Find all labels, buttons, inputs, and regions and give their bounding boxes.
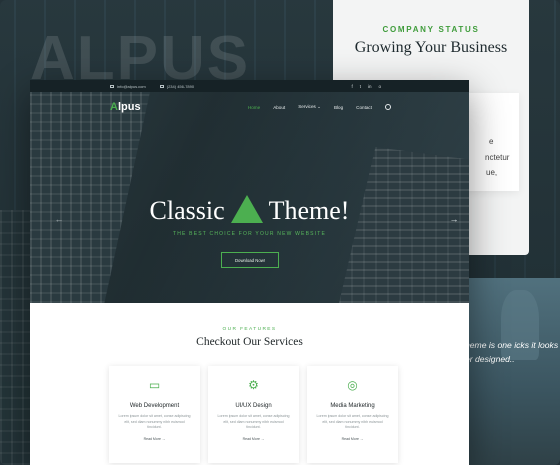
contact-info: info@alpus.com (234) 456-7890 [110, 84, 194, 89]
read-more-link[interactable]: Read More → [109, 437, 200, 441]
email-item[interactable]: info@alpus.com [110, 84, 146, 89]
status-heading: Growing Your Business [354, 39, 508, 56]
download-button[interactable]: Download Now! [221, 252, 279, 268]
status-kicker: COMPANY STATUS [382, 25, 480, 34]
features-kicker: OUR FEATURES [222, 327, 277, 332]
service-card[interactable]: ▭ Web Development Lorem ipsum dolor sit … [109, 366, 200, 463]
monitor-icon: ▭ [148, 378, 161, 392]
theme-preview: info@alpus.com (234) 456-7890 f t in o A… [30, 80, 469, 465]
status-fragment: nctetur [485, 153, 510, 162]
showcase-background: ALPUS COMPANY STATUS Growing Your Busine… [0, 0, 560, 465]
nav-menu: Home About Services ⌄ Blog Contact [248, 104, 391, 110]
envelope-icon [110, 84, 114, 88]
photo-strip-text: heme is one icks it looks er designed.. [465, 340, 559, 364]
logo-text: lpus [117, 101, 141, 113]
service-name: UI/UX Design [235, 403, 272, 409]
features-section: OUR FEATURES Checkout Our Services ▭ Web… [30, 303, 469, 463]
features-title: Checkout Our Services [196, 336, 303, 348]
service-description: Lorem ipsum dolor sit amet, conse adipis… [316, 414, 389, 430]
hero-headline: Classic Theme! [30, 195, 469, 226]
logo-mark: A [110, 101, 118, 113]
social-links: f t in o [351, 84, 381, 89]
top-bar: info@alpus.com (234) 456-7890 f t in o [30, 80, 469, 92]
service-cards: ▭ Web Development Lorem ipsum dolor sit … [109, 366, 398, 463]
logo-triangle-icon [230, 195, 263, 223]
nav-item-about[interactable]: About [273, 105, 285, 110]
headline-right: Theme! [268, 196, 350, 225]
target-icon: ◎ [347, 378, 358, 392]
slider-prev-icon[interactable]: ← [52, 215, 66, 224]
service-name: Media Marketing [330, 403, 375, 409]
service-description: Lorem ipsum dolor sit amet, conse adipis… [118, 414, 191, 430]
email-text: info@alpus.com [117, 83, 146, 89]
phone-item[interactable]: (234) 456-7890 [159, 83, 195, 89]
site-logo[interactable]: Alpus [110, 101, 141, 113]
nav-item-home[interactable]: Home [248, 105, 260, 110]
hero-tagline: THE BEST CHOICE FOR YOUR NEW WEBSITE [172, 231, 327, 237]
search-icon[interactable] [385, 104, 391, 110]
service-card[interactable]: ⚙ UI/UX Design Lorem ipsum dolor sit ame… [208, 366, 299, 463]
phone-icon [159, 84, 164, 88]
nav-item-blog[interactable]: Blog [334, 105, 343, 110]
read-more-link[interactable]: Read More → [307, 437, 398, 441]
main-nav: Alpus Home About Services ⌄ Blog Contact [30, 92, 469, 122]
hero-section: Alpus Home About Services ⌄ Blog Contact… [30, 92, 469, 303]
twitter-icon[interactable]: t [360, 84, 361, 89]
slider-next-icon[interactable]: → [447, 215, 461, 224]
facebook-icon[interactable]: f [351, 84, 352, 89]
nav-item-contact[interactable]: Contact [356, 105, 372, 110]
gear-icon: ⚙ [248, 378, 259, 392]
service-description: Lorem ipsum dolor sit amet, conse adipis… [217, 414, 290, 430]
headline-left: Classic [149, 196, 225, 225]
instagram-icon[interactable]: o [378, 84, 381, 89]
status-fragment: e [489, 137, 494, 146]
phone-text: (234) 456-7890 [166, 83, 195, 89]
service-name: Web Development [129, 403, 180, 409]
service-card[interactable]: ◎ Media Marketing Lorem ipsum dolor sit … [307, 366, 398, 463]
status-fragment: ue, [486, 168, 498, 177]
read-more-link[interactable]: Read More → [208, 437, 299, 441]
linkedin-icon[interactable]: in [368, 84, 372, 89]
nav-item-services[interactable]: Services ⌄ [298, 104, 321, 110]
